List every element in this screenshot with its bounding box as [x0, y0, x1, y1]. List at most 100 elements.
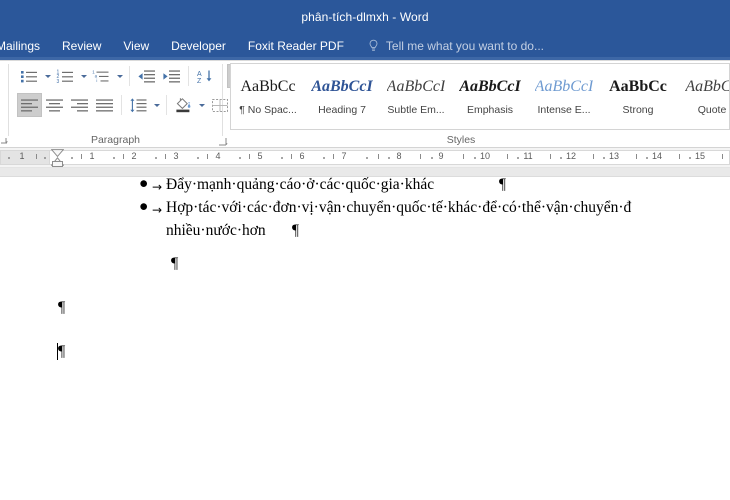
ruler-minor-dot [71, 157, 73, 159]
paragraph-group-label: Paragraph [9, 134, 222, 146]
style-name: Strong [623, 104, 654, 116]
paragraph-mark-line-1: ¶ [499, 177, 506, 195]
tab-mark: → [152, 200, 162, 221]
align-right-button[interactable] [67, 93, 92, 117]
font-dialog-launcher[interactable] [0, 135, 8, 144]
style-name: Quote [698, 104, 727, 116]
ruler-minor-bar [291, 154, 292, 159]
style-item-no-spacing[interactable]: AaBbCc ¶ No Spac... [231, 64, 305, 129]
svg-text:A: A [197, 71, 202, 78]
decrease-indent-button[interactable] [134, 64, 159, 88]
ruler-minor-dot [646, 157, 648, 159]
shading-caret[interactable] [196, 93, 207, 117]
styles-gallery[interactable]: AaBbCc ¶ No Spac... AaBbCcI Heading 7 Aa… [230, 63, 730, 130]
numbering-caret[interactable] [78, 64, 89, 88]
style-sample: AaBbCcI [459, 77, 520, 97]
ruler-minor-dot [197, 157, 199, 159]
style-name: Heading 7 [318, 104, 366, 116]
ruler-tick-12: 12 [564, 151, 578, 161]
ruler-minor-bar [123, 154, 124, 159]
divider-1 [129, 66, 130, 86]
ruler-tick-15: 15 [693, 151, 707, 161]
tab-foxit-reader-pdf[interactable]: Foxit Reader PDF [237, 33, 355, 59]
ruler-minor-bar [249, 154, 250, 159]
ruler-minor-dot [560, 157, 562, 159]
hanging-indent-marker[interactable] [51, 149, 64, 157]
style-sample: AaBbCcI [387, 77, 446, 97]
ruler-minor-bar [463, 154, 464, 159]
document-page[interactable]: ● → Đẩy·mạnh·quảng·cáo·ở·các·quốc·gia·kh… [0, 177, 730, 500]
line-spacing-button[interactable] [126, 93, 151, 117]
ruler-minor-bar [722, 154, 723, 159]
ruler-tick-1: 1 [85, 151, 99, 161]
ruler-minor-bar [420, 154, 421, 159]
align-left-icon [20, 98, 39, 113]
paragraph-mark-2: ¶ [58, 299, 65, 317]
ruler-tick-3: 3 [169, 151, 183, 161]
horizontal-ruler[interactable]: 1 1 2 3 4 5 6 7 8 9 10 11 12 13 14 15 [0, 148, 730, 168]
bullets-caret[interactable] [42, 64, 53, 88]
justify-button[interactable] [92, 93, 117, 117]
lightbulb-icon [367, 39, 380, 53]
style-sample: AaBbCc [609, 77, 667, 97]
ruler-minor-dot [431, 157, 433, 159]
align-center-button[interactable] [42, 93, 67, 117]
style-item-quote[interactable]: AaBbCc Quote [675, 64, 730, 129]
svg-text:i: i [96, 78, 97, 83]
multilevel-list-button[interactable]: 1 a i [89, 64, 114, 88]
align-right-icon [70, 98, 89, 113]
decrease-indent-icon [137, 69, 156, 84]
style-item-intense-emphasis[interactable]: AaBbCcI Intense E... [527, 64, 601, 129]
ruler-minor-bar [378, 154, 379, 159]
style-item-emphasis[interactable]: AaBbCcI Emphasis [453, 64, 527, 129]
paragraph-row-bottom [13, 93, 243, 117]
style-item-heading-7[interactable]: AaBbCcI Heading 7 [305, 64, 379, 129]
paragraph-dialog-launcher[interactable] [218, 136, 228, 146]
bullets-button[interactable] [17, 64, 42, 88]
window-title: phân-tích-dlmxh - Word [301, 10, 428, 24]
ruler-minor-dot [474, 157, 476, 159]
paint-bucket-icon [174, 97, 193, 113]
numbering-button[interactable]: 1 2 3 [53, 64, 78, 88]
line-spacing-caret[interactable] [151, 93, 162, 117]
ruler-minor-bar [593, 154, 594, 159]
left-indent-marker[interactable] [52, 161, 63, 167]
ruler-minor-dot [8, 157, 10, 159]
styles-group: AaBbCc ¶ No Spac... AaBbCcI Heading 7 Aa… [230, 60, 730, 148]
ruler-tick-13: 13 [607, 151, 621, 161]
tell-me-box[interactable]: Tell me what you want to do... [355, 39, 544, 53]
svg-text:3: 3 [57, 78, 60, 83]
tab-developer[interactable]: Developer [160, 33, 237, 59]
page-top-gray-strip [0, 168, 730, 176]
ruler-minor-dot [113, 157, 115, 159]
ruler-tick-7: 7 [337, 151, 351, 161]
align-left-button[interactable] [17, 93, 42, 117]
multilevel-list-caret[interactable] [114, 64, 125, 88]
tell-me-placeholder: Tell me what you want to do... [386, 39, 544, 53]
divider-5 [166, 95, 167, 115]
ruler-minor-dot [155, 157, 157, 159]
ruler-tick-10: 10 [478, 151, 492, 161]
ribbon: 1 2 3 1 a i [0, 60, 730, 148]
tab-mark: → [152, 177, 162, 198]
increase-indent-button[interactable] [159, 64, 184, 88]
shading-button[interactable] [171, 93, 196, 117]
line-spacing-icon [129, 98, 148, 113]
bullet-line-2-wrap: nhiều·nước·hơn [166, 220, 266, 241]
ruler-minor-bar [636, 154, 637, 159]
tab-mailings[interactable]: Mailings [0, 33, 51, 59]
multilevel-list-icon: 1 a i [92, 69, 111, 84]
style-name: ¶ No Spac... [239, 104, 297, 116]
sort-button[interactable]: A Z [193, 64, 218, 88]
ruler-minor-bar [165, 154, 166, 159]
style-item-subtle-emphasis[interactable]: AaBbCcI Subtle Em... [379, 64, 453, 129]
ruler-tick-9: 9 [434, 151, 448, 161]
tab-review[interactable]: Review [51, 33, 112, 59]
tab-view[interactable]: View [112, 33, 160, 59]
paragraph-group: 1 2 3 1 a i [9, 60, 222, 148]
borders-button[interactable] [207, 93, 232, 117]
bullet-line-1: Đẩy·mạnh·quảng·cáo·ở·các·quốc·gia·khác [166, 177, 434, 195]
ruler-tick-8: 8 [392, 151, 406, 161]
ruler-tick-14: 14 [650, 151, 664, 161]
style-item-strong[interactable]: AaBbCc Strong [601, 64, 675, 129]
